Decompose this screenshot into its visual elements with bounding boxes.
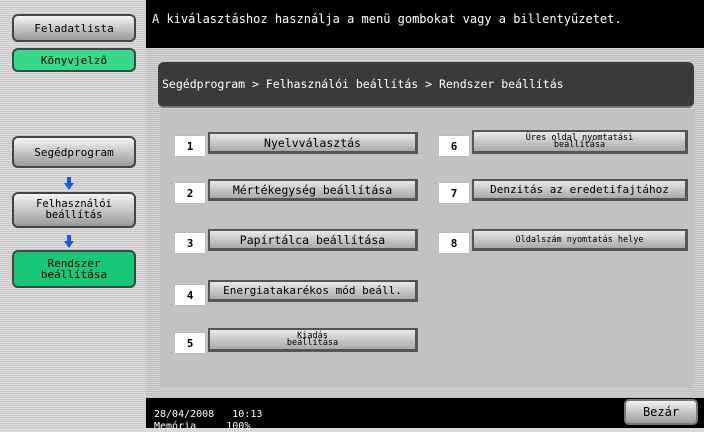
- status-time: 10:13: [232, 409, 263, 420]
- options-panel: 1 Nyelvválasztás 2 Mértékegység beállítá…: [160, 110, 694, 388]
- bookmark-label: Könyvjelző: [40, 53, 108, 67]
- instruction-message: A kiválasztáshoz használja a menü gombok…: [146, 0, 704, 48]
- option-number: 3: [174, 232, 206, 254]
- option-number: 1: [174, 135, 206, 157]
- nav-system-settings-button[interactable]: Rendszer beállítása: [12, 250, 136, 288]
- option-language-label: Nyelvválasztás: [264, 135, 361, 150]
- option-page-number-button[interactable]: Oldalszám nyomtatás helye: [472, 229, 688, 251]
- status-memory: Memória 100%: [154, 421, 250, 432]
- option-number: 5: [174, 332, 206, 354]
- option-density-button[interactable]: Denzitás az eredetifajtához: [472, 179, 688, 201]
- option-number: 2: [174, 182, 206, 204]
- nav-utility-button[interactable]: Segédprogram: [12, 136, 136, 168]
- option-output-button[interactable]: Kiadás beállítása: [208, 328, 418, 352]
- option-density-label: Denzitás az eredetifajtához: [490, 183, 669, 196]
- down-arrow-icon: [64, 235, 74, 248]
- nav-user-settings-label: Felhasználói beállítás: [36, 198, 112, 221]
- option-blank-page-button[interactable]: Üres oldal nyomtatási beállítása: [472, 130, 688, 154]
- breadcrumb: Segédprogram > Felhasználói beállítás > …: [158, 62, 694, 108]
- nav-system-settings-label: Rendszer beállítása: [40, 257, 108, 281]
- status-date: 28/04/2008: [154, 409, 215, 420]
- job-list-button[interactable]: Feladatlista: [12, 14, 136, 42]
- down-arrow-icon: [64, 177, 74, 190]
- left-sidebar: Feladatlista Könyvjelző Segédprogram Fel…: [0, 0, 147, 428]
- close-button[interactable]: Bezár: [624, 399, 698, 425]
- option-page-number-label: Oldalszám nyomtatás helye: [515, 234, 644, 245]
- instruction-text: A kiválasztáshoz használja a menü gombok…: [152, 12, 622, 26]
- option-number: 4: [174, 284, 206, 306]
- memory-value: 100%: [226, 421, 251, 432]
- status-bar: 28/04/2008 10:13 Memória 100% Bezár: [146, 398, 704, 432]
- option-blank-page-label: Üres oldal nyomtatási beállítása: [525, 132, 634, 150]
- option-number: 7: [438, 182, 470, 204]
- option-units-label: Mértékegység beállítása: [232, 182, 393, 197]
- option-energy-saving-button[interactable]: Energiatakarékos mód beáll.: [208, 280, 418, 302]
- option-number: 6: [438, 135, 470, 157]
- close-label: Bezár: [642, 405, 680, 419]
- bookmark-button[interactable]: Könyvjelző: [12, 48, 136, 72]
- option-paper-tray-button[interactable]: Papírtálca beállítása: [208, 229, 418, 251]
- nav-utility-label: Segédprogram: [34, 145, 114, 159]
- option-energy-saving-label: Energiatakarékos mód beáll.: [223, 284, 402, 297]
- memory-label: Memória: [154, 421, 197, 432]
- main-area: Segédprogram > Felhasználói beállítás > …: [146, 48, 704, 398]
- option-language-button[interactable]: Nyelvválasztás: [208, 132, 418, 154]
- option-output-label: Kiadás beállítása: [286, 330, 339, 348]
- job-list-label: Feladatlista: [34, 21, 114, 35]
- breadcrumb-text: Segédprogram > Felhasználói beállítás > …: [162, 77, 564, 91]
- option-paper-tray-label: Papírtálca beállítása: [239, 232, 386, 247]
- nav-user-settings-button[interactable]: Felhasználói beállítás: [12, 192, 136, 228]
- option-units-button[interactable]: Mértékegység beállítása: [208, 179, 418, 201]
- option-number: 8: [438, 232, 470, 254]
- status-datetime: 28/04/2008 10:13: [154, 409, 262, 420]
